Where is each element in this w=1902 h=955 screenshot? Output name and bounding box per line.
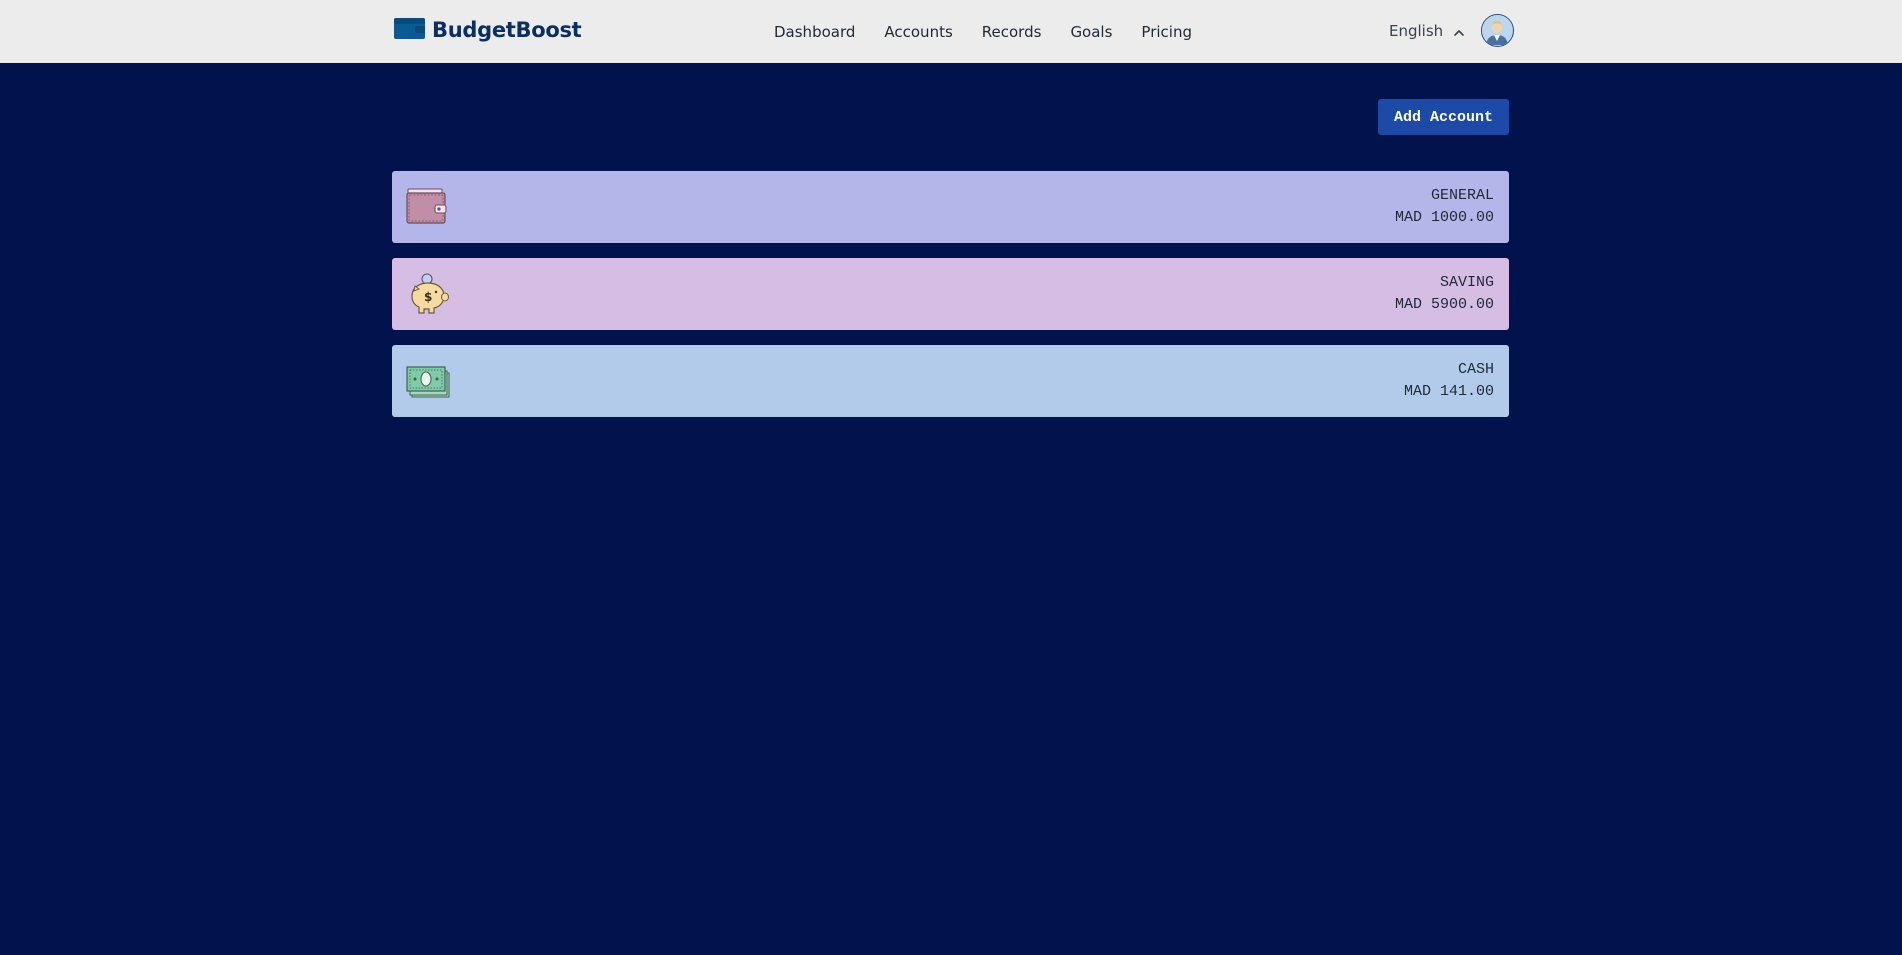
nav-accounts[interactable]: Accounts <box>884 23 952 41</box>
add-account-button[interactable]: Add Account <box>1378 99 1509 135</box>
cash-stack-icon <box>406 361 450 403</box>
brand-name: BudgetBoost <box>432 18 582 42</box>
language-selector[interactable]: English <box>1389 18 1465 44</box>
account-info-general: GENERAL MAD 1000.00 <box>1395 185 1494 229</box>
account-balance: MAD 5900.00 <box>1394 296 1494 313</box>
user-avatar[interactable] <box>1481 14 1514 47</box>
nav-records[interactable]: Records <box>982 23 1042 41</box>
top-navbar: BudgetBoost Dashboard Accounts Records G… <box>0 0 1902 63</box>
chevron-up-icon <box>1453 25 1465 37</box>
account-name: GENERAL <box>1430 187 1494 204</box>
account-card-general[interactable]: GENERAL MAD 1000.00 <box>392 171 1509 243</box>
nav-dashboard[interactable]: Dashboard <box>774 23 855 41</box>
account-info-cash: CASH MAD 141.00 <box>1404 359 1494 403</box>
account-info-saving: SAVING MAD 5900.00 <box>1395 272 1494 316</box>
account-name: CASH <box>1457 361 1494 378</box>
main-nav: Dashboard Accounts Records Goals Pricing <box>774 0 1221 63</box>
wallet-logo-icon <box>394 17 425 44</box>
account-name: SAVING <box>1439 274 1494 291</box>
account-card-saving[interactable]: $ SAVING MAD 5900.00 <box>392 258 1509 330</box>
accounts-list: GENERAL MAD 1000.00 $ SAVING MAD 5900.00 <box>392 171 1509 432</box>
language-label: English <box>1389 22 1444 40</box>
brand-logo-link[interactable]: BudgetBoost <box>394 16 582 44</box>
account-balance: MAD 1000.00 <box>1394 209 1494 226</box>
piggy-bank-icon: $ <box>406 272 449 314</box>
account-card-cash[interactable]: CASH MAD 141.00 <box>392 345 1509 417</box>
nav-pricing[interactable]: Pricing <box>1141 23 1192 41</box>
svg-text:$: $ <box>424 290 432 304</box>
wallet-icon <box>406 187 448 229</box>
nav-goals[interactable]: Goals <box>1070 23 1112 41</box>
account-balance: MAD 141.00 <box>1403 383 1494 400</box>
